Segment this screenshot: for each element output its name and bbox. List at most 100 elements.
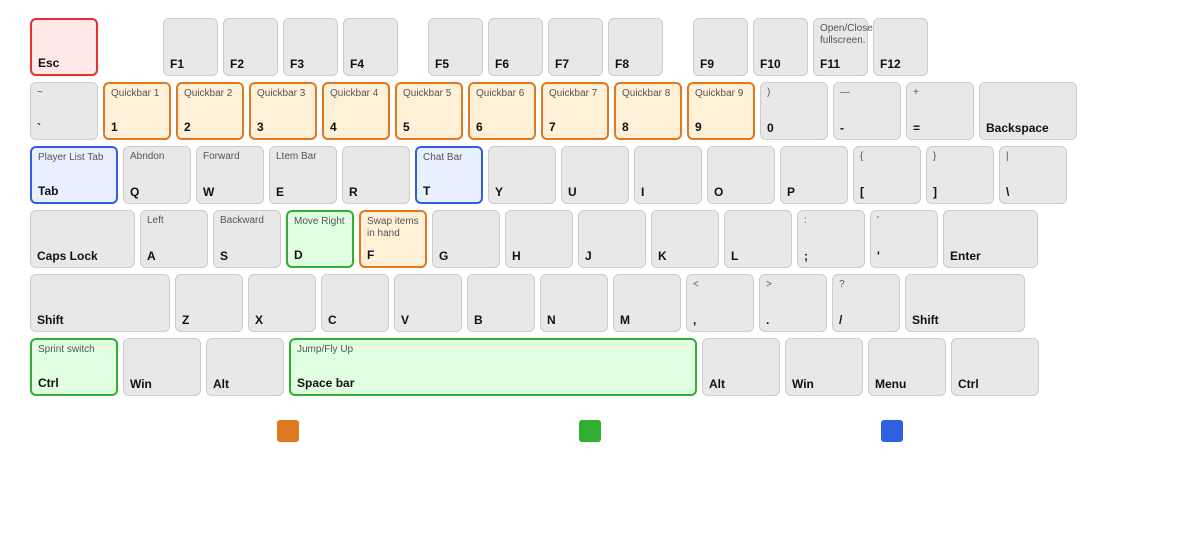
key-tab[interactable]: Player List TabTab (30, 146, 118, 204)
key-rwin[interactable]: Win (785, 338, 863, 396)
legend-orange (277, 420, 299, 442)
key-3[interactable]: Quickbar 33 (249, 82, 317, 140)
key-top-label: > (766, 279, 820, 291)
key-lctrl[interactable]: Sprint switchCtrl (30, 338, 118, 396)
key-v[interactable]: V (394, 274, 462, 332)
key-l[interactable]: L (724, 210, 792, 268)
key-f9[interactable]: F9 (693, 18, 748, 76)
key-lshift[interactable]: Shift (30, 274, 170, 332)
key-bottom-label: F5 (435, 57, 476, 71)
key-f4[interactable]: F4 (343, 18, 398, 76)
key-h[interactable]: H (505, 210, 573, 268)
key-bottom-label: = (913, 121, 967, 135)
key-y[interactable]: Y (488, 146, 556, 204)
key-ralt[interactable]: Alt (702, 338, 780, 396)
key-comma[interactable]: <, (686, 274, 754, 332)
key-f12[interactable]: F12 (873, 18, 928, 76)
key-bottom-label: Space bar (297, 376, 689, 390)
key-bottom-label: F6 (495, 57, 536, 71)
key-8[interactable]: Quickbar 88 (614, 82, 682, 140)
key-bottom-label: ' (877, 249, 931, 263)
key-f[interactable]: Swap items in handF (359, 210, 427, 268)
key-6[interactable]: Quickbar 66 (468, 82, 536, 140)
key-f6[interactable]: F6 (488, 18, 543, 76)
key-i[interactable]: I (634, 146, 702, 204)
key-2[interactable]: Quickbar 22 (176, 82, 244, 140)
key-top-label: Quickbar 1 (111, 88, 163, 100)
key-g[interactable]: G (432, 210, 500, 268)
key-q[interactable]: AbndonQ (123, 146, 191, 204)
key-slash[interactable]: ?/ (832, 274, 900, 332)
key-f10[interactable]: F10 (753, 18, 808, 76)
row-asdf: Caps Lock LeftABackwardSMove RightDSwap i… (30, 210, 1150, 268)
key-c[interactable]: C (321, 274, 389, 332)
key-bottom-label: Menu (875, 377, 939, 391)
key-e[interactable]: Ltem BarE (269, 146, 337, 204)
key-lalt[interactable]: Alt (206, 338, 284, 396)
key-f2[interactable]: F2 (223, 18, 278, 76)
key-top-label: Abndon (130, 151, 184, 163)
legend-blue (881, 420, 903, 442)
key-period[interactable]: >. (759, 274, 827, 332)
legend-green (579, 420, 601, 442)
key-f11[interactable]: Open/Close fullscreen.F11 (813, 18, 868, 76)
key-1[interactable]: Quickbar 11 (103, 82, 171, 140)
key-m[interactable]: M (613, 274, 681, 332)
key-top-label: } (933, 151, 987, 163)
key-backslash[interactable]: |\ (999, 146, 1067, 204)
key-lwin[interactable]: Win (123, 338, 201, 396)
key-f8[interactable]: F8 (608, 18, 663, 76)
key-top-label: Quickbar 8 (622, 88, 674, 100)
key-k[interactable]: K (651, 210, 719, 268)
key-d[interactable]: Move RightD (286, 210, 354, 268)
key-w[interactable]: ForwardW (196, 146, 264, 204)
key-s[interactable]: BackwardS (213, 210, 281, 268)
key-7[interactable]: Quickbar 77 (541, 82, 609, 140)
key-enter[interactable]: Enter (943, 210, 1038, 268)
key-f1[interactable]: F1 (163, 18, 218, 76)
key-f5[interactable]: F5 (428, 18, 483, 76)
key-b[interactable]: B (467, 274, 535, 332)
key-bottom-label: , (693, 313, 747, 327)
key-0[interactable]: )0 (760, 82, 828, 140)
key-n[interactable]: N (540, 274, 608, 332)
key-t[interactable]: Chat BarT (415, 146, 483, 204)
key-capslock[interactable]: Caps Lock (30, 210, 135, 268)
key-top-label: ' (877, 215, 931, 227)
key-o[interactable]: O (707, 146, 775, 204)
key-esc[interactable]: Esc (30, 18, 98, 76)
key-quote[interactable]: '' (870, 210, 938, 268)
key-u[interactable]: U (561, 146, 629, 204)
key-equals[interactable]: += (906, 82, 974, 140)
key-bottom-label: W (203, 185, 257, 199)
key-9[interactable]: Quickbar 99 (687, 82, 755, 140)
key-f7[interactable]: F7 (548, 18, 603, 76)
key-bottom-label: A (147, 249, 201, 263)
key-rshift[interactable]: Shift (905, 274, 1025, 332)
key-f3[interactable]: F3 (283, 18, 338, 76)
key-bottom-label: ` (37, 121, 91, 135)
key-minus[interactable]: —- (833, 82, 901, 140)
key-p[interactable]: P (780, 146, 848, 204)
key-bottom-label: F8 (615, 57, 656, 71)
key-bottom-label: M (620, 313, 674, 327)
key-4[interactable]: Quickbar 44 (322, 82, 390, 140)
key-a[interactable]: LeftA (140, 210, 208, 268)
key-bottom-label: 2 (184, 120, 236, 134)
key-space[interactable]: Jump/Fly Up Space bar (289, 338, 697, 396)
key-menu[interactable]: Menu (868, 338, 946, 396)
key-z[interactable]: Z (175, 274, 243, 332)
key-top-label: Quickbar 6 (476, 88, 528, 100)
key-tilde[interactable]: ~` (30, 82, 98, 140)
key-5[interactable]: Quickbar 55 (395, 82, 463, 140)
key-top-label: Jump/Fly Up (297, 344, 689, 356)
key-rctrl[interactable]: Ctrl (951, 338, 1039, 396)
key-x[interactable]: X (248, 274, 316, 332)
key-semicolon[interactable]: :; (797, 210, 865, 268)
key-backspace[interactable]: Backspace (979, 82, 1077, 140)
key-rbracket[interactable]: }] (926, 146, 994, 204)
key-j[interactable]: J (578, 210, 646, 268)
key-lbracket[interactable]: {[ (853, 146, 921, 204)
key-r[interactable]: R (342, 146, 410, 204)
key-bottom-label: Caps Lock (37, 249, 128, 263)
